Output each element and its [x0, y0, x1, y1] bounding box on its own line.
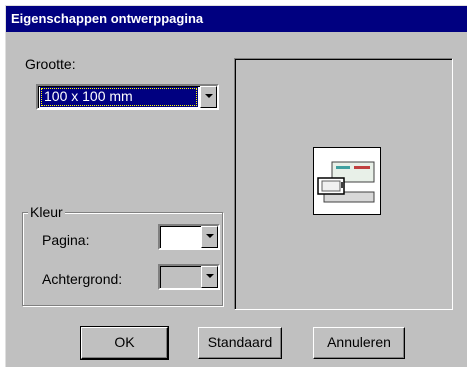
color-group-label: Kleur [28, 204, 65, 220]
page-preview-panel [234, 58, 453, 310]
page-properties-dialog: Eigenschappen ontwerppagina Grootte: 100… [5, 5, 467, 367]
background-color-select[interactable] [158, 264, 220, 290]
page-color-label: Pagina: [42, 232, 90, 248]
size-dropdown-arrow-icon[interactable] [200, 86, 217, 108]
page-color-dropdown-arrow-icon[interactable] [201, 226, 218, 248]
background-color-value [162, 267, 199, 287]
size-select-value: 100 x 100 mm [40, 87, 198, 107]
ok-button[interactable]: OK [80, 326, 169, 360]
cancel-button[interactable]: Annuleren [313, 327, 405, 359]
background-color-dropdown-arrow-icon[interactable] [201, 266, 218, 288]
page-color-value [162, 227, 199, 247]
sewing-machine-icon [313, 147, 381, 215]
size-label: Grootte: [25, 56, 76, 72]
default-button[interactable]: Standaard [198, 327, 282, 359]
page-color-select[interactable] [158, 224, 220, 250]
background-color-label: Achtergrond: [42, 271, 123, 287]
size-select[interactable]: 100 x 100 mm [36, 84, 219, 110]
dialog-title: Eigenschappen ontwerppagina [6, 6, 467, 32]
